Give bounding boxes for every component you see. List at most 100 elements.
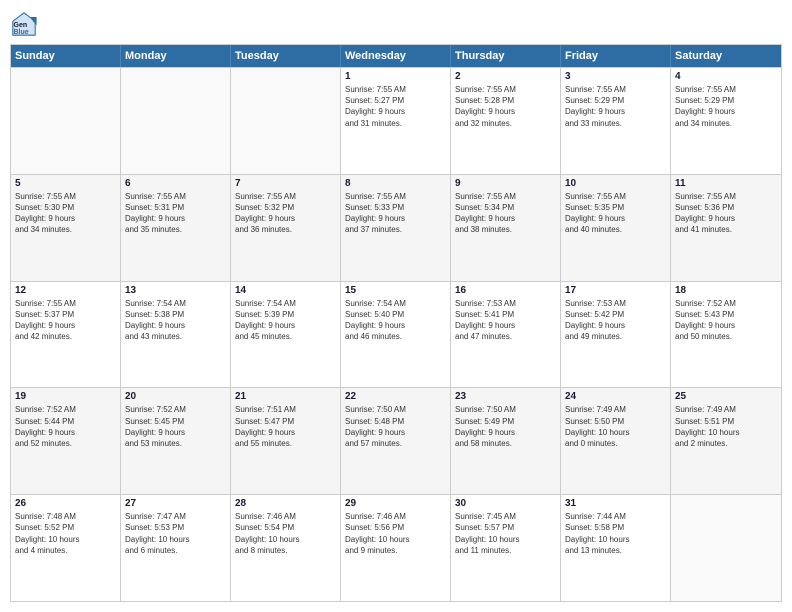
day-info: Sunrise: 7:49 AMSunset: 5:50 PMDaylight:…	[565, 404, 666, 449]
weekday-header-monday: Monday	[121, 45, 231, 67]
day-number: 19	[15, 391, 116, 402]
calendar-row-1: 5 Sunrise: 7:55 AMSunset: 5:30 PMDaylight…	[11, 174, 781, 281]
day-cell-19: 19Sunrise: 7:52 AMSunset: 5:44 PMDayligh…	[11, 388, 121, 494]
day-number: 10	[565, 178, 666, 189]
calendar-row-2: 12 Sunrise: 7:55 AMSunset: 5:37 PMDayligh…	[11, 281, 781, 388]
day-number: 11	[675, 178, 777, 189]
day-cell-1: 1 Sunrise: 7:55 AMSunset: 5:27 PMDaylight…	[341, 68, 451, 174]
day-number: 28	[235, 498, 336, 509]
day-cell-23: 23 Sunrise: 7:50 AMSunset: 5:49 PMDayligh…	[451, 388, 561, 494]
day-number: 13	[125, 285, 226, 296]
day-number: 4	[675, 71, 777, 82]
day-number: 7	[235, 178, 336, 189]
day-number: 15	[345, 285, 446, 296]
svg-text:Gen: Gen	[14, 22, 28, 29]
day-number: 16	[455, 285, 556, 296]
day-info: Sunrise: 7:55 AMSunset: 5:29 PMDaylight:…	[675, 84, 777, 129]
day-number: 3	[565, 71, 666, 82]
calendar-header: SundayMondayTuesdayWednesdayThursdayFrid…	[11, 45, 781, 67]
day-number: 2	[455, 71, 556, 82]
page: Gen Blue SundayMondayTuesdayWednesdayThu…	[0, 0, 792, 612]
day-number: 24	[565, 391, 666, 402]
day-cell-26: 26Sunrise: 7:48 AMSunset: 5:52 PMDayligh…	[11, 495, 121, 601]
day-number: 5	[15, 178, 116, 189]
day-info: Sunrise: 7:51 AMSunset: 5:47 PMDaylight:…	[235, 404, 336, 449]
calendar-row-3: 19Sunrise: 7:52 AMSunset: 5:44 PMDayligh…	[11, 387, 781, 494]
day-info: Sunrise: 7:55 AMSunset: 5:37 PMDaylight:…	[15, 298, 116, 343]
day-number: 12	[15, 285, 116, 296]
day-cell-29: 29 Sunrise: 7:46 AMSunset: 5:56 PMDayligh…	[341, 495, 451, 601]
day-number: 20	[125, 391, 226, 402]
day-cell-28: 28 Sunrise: 7:46 AMSunset: 5:54 PMDayligh…	[231, 495, 341, 601]
day-info: Sunrise: 7:55 AMSunset: 5:34 PMDaylight:…	[455, 191, 556, 236]
day-cell-13: 13 Sunrise: 7:54 AMSunset: 5:38 PMDayligh…	[121, 282, 231, 388]
day-cell-4: 4 Sunrise: 7:55 AMSunset: 5:29 PMDaylight…	[671, 68, 781, 174]
day-number: 18	[675, 285, 777, 296]
day-cell-12: 12 Sunrise: 7:55 AMSunset: 5:37 PMDayligh…	[11, 282, 121, 388]
day-cell-11: 11 Sunrise: 7:55 AMSunset: 5:36 PMDayligh…	[671, 175, 781, 281]
logo: Gen Blue	[10, 10, 42, 38]
day-number: 25	[675, 391, 777, 402]
day-info: Sunrise: 7:54 AMSunset: 5:39 PMDaylight:…	[235, 298, 336, 343]
day-cell-21: 21Sunrise: 7:51 AMSunset: 5:47 PMDayligh…	[231, 388, 341, 494]
day-cell-24: 24 Sunrise: 7:49 AMSunset: 5:50 PMDayligh…	[561, 388, 671, 494]
calendar-body: 1 Sunrise: 7:55 AMSunset: 5:27 PMDaylight…	[11, 67, 781, 601]
day-cell-15: 15 Sunrise: 7:54 AMSunset: 5:40 PMDayligh…	[341, 282, 451, 388]
day-cell-27: 27 Sunrise: 7:47 AMSunset: 5:53 PMDayligh…	[121, 495, 231, 601]
logo-icon: Gen Blue	[10, 10, 38, 38]
day-info: Sunrise: 7:55 AMSunset: 5:30 PMDaylight:…	[15, 191, 116, 236]
day-info: Sunrise: 7:49 AMSunset: 5:51 PMDaylight:…	[675, 404, 777, 449]
day-info: Sunrise: 7:55 AMSunset: 5:29 PMDaylight:…	[565, 84, 666, 129]
calendar-row-0: 1 Sunrise: 7:55 AMSunset: 5:27 PMDaylight…	[11, 67, 781, 174]
day-number: 17	[565, 285, 666, 296]
svg-text:Blue: Blue	[14, 29, 29, 36]
empty-cell-0-0	[11, 68, 121, 174]
day-info: Sunrise: 7:52 AMSunset: 5:45 PMDaylight:…	[125, 404, 226, 449]
day-info: Sunrise: 7:45 AMSunset: 5:57 PMDaylight:…	[455, 511, 556, 556]
weekday-header-friday: Friday	[561, 45, 671, 67]
empty-cell-4-6	[671, 495, 781, 601]
day-number: 1	[345, 71, 446, 82]
day-cell-25: 25 Sunrise: 7:49 AMSunset: 5:51 PMDayligh…	[671, 388, 781, 494]
day-cell-20: 20 Sunrise: 7:52 AMSunset: 5:45 PMDayligh…	[121, 388, 231, 494]
header: Gen Blue	[10, 10, 782, 38]
day-cell-8: 8 Sunrise: 7:55 AMSunset: 5:33 PMDaylight…	[341, 175, 451, 281]
day-cell-16: 16 Sunrise: 7:53 AMSunset: 5:41 PMDayligh…	[451, 282, 561, 388]
day-number: 27	[125, 498, 226, 509]
day-info: Sunrise: 7:54 AMSunset: 5:38 PMDaylight:…	[125, 298, 226, 343]
day-cell-5: 5 Sunrise: 7:55 AMSunset: 5:30 PMDaylight…	[11, 175, 121, 281]
day-info: Sunrise: 7:55 AMSunset: 5:27 PMDaylight:…	[345, 84, 446, 129]
day-number: 6	[125, 178, 226, 189]
day-info: Sunrise: 7:46 AMSunset: 5:56 PMDaylight:…	[345, 511, 446, 556]
day-number: 22	[345, 391, 446, 402]
day-cell-7: 7Sunrise: 7:55 AMSunset: 5:32 PMDaylight…	[231, 175, 341, 281]
day-number: 8	[345, 178, 446, 189]
day-number: 9	[455, 178, 556, 189]
day-number: 26	[15, 498, 116, 509]
day-cell-10: 10Sunrise: 7:55 AMSunset: 5:35 PMDayligh…	[561, 175, 671, 281]
day-info: Sunrise: 7:54 AMSunset: 5:40 PMDaylight:…	[345, 298, 446, 343]
day-cell-2: 2 Sunrise: 7:55 AMSunset: 5:28 PMDaylight…	[451, 68, 561, 174]
day-number: 29	[345, 498, 446, 509]
day-info: Sunrise: 7:46 AMSunset: 5:54 PMDaylight:…	[235, 511, 336, 556]
day-info: Sunrise: 7:55 AMSunset: 5:33 PMDaylight:…	[345, 191, 446, 236]
day-cell-31: 31 Sunrise: 7:44 AMSunset: 5:58 PMDayligh…	[561, 495, 671, 601]
day-number: 23	[455, 391, 556, 402]
day-number: 14	[235, 285, 336, 296]
day-cell-22: 22Sunrise: 7:50 AMSunset: 5:48 PMDayligh…	[341, 388, 451, 494]
day-info: Sunrise: 7:50 AMSunset: 5:49 PMDaylight:…	[455, 404, 556, 449]
weekday-header-saturday: Saturday	[671, 45, 781, 67]
day-cell-30: 30Sunrise: 7:45 AMSunset: 5:57 PMDayligh…	[451, 495, 561, 601]
weekday-header-wednesday: Wednesday	[341, 45, 451, 67]
day-info: Sunrise: 7:47 AMSunset: 5:53 PMDaylight:…	[125, 511, 226, 556]
weekday-header-sunday: Sunday	[11, 45, 121, 67]
day-number: 31	[565, 498, 666, 509]
day-info: Sunrise: 7:53 AMSunset: 5:42 PMDaylight:…	[565, 298, 666, 343]
day-info: Sunrise: 7:53 AMSunset: 5:41 PMDaylight:…	[455, 298, 556, 343]
empty-cell-0-2	[231, 68, 341, 174]
day-info: Sunrise: 7:55 AMSunset: 5:36 PMDaylight:…	[675, 191, 777, 236]
day-info: Sunrise: 7:55 AMSunset: 5:31 PMDaylight:…	[125, 191, 226, 236]
day-cell-18: 18Sunrise: 7:52 AMSunset: 5:43 PMDayligh…	[671, 282, 781, 388]
day-info: Sunrise: 7:55 AMSunset: 5:28 PMDaylight:…	[455, 84, 556, 129]
day-info: Sunrise: 7:44 AMSunset: 5:58 PMDaylight:…	[565, 511, 666, 556]
